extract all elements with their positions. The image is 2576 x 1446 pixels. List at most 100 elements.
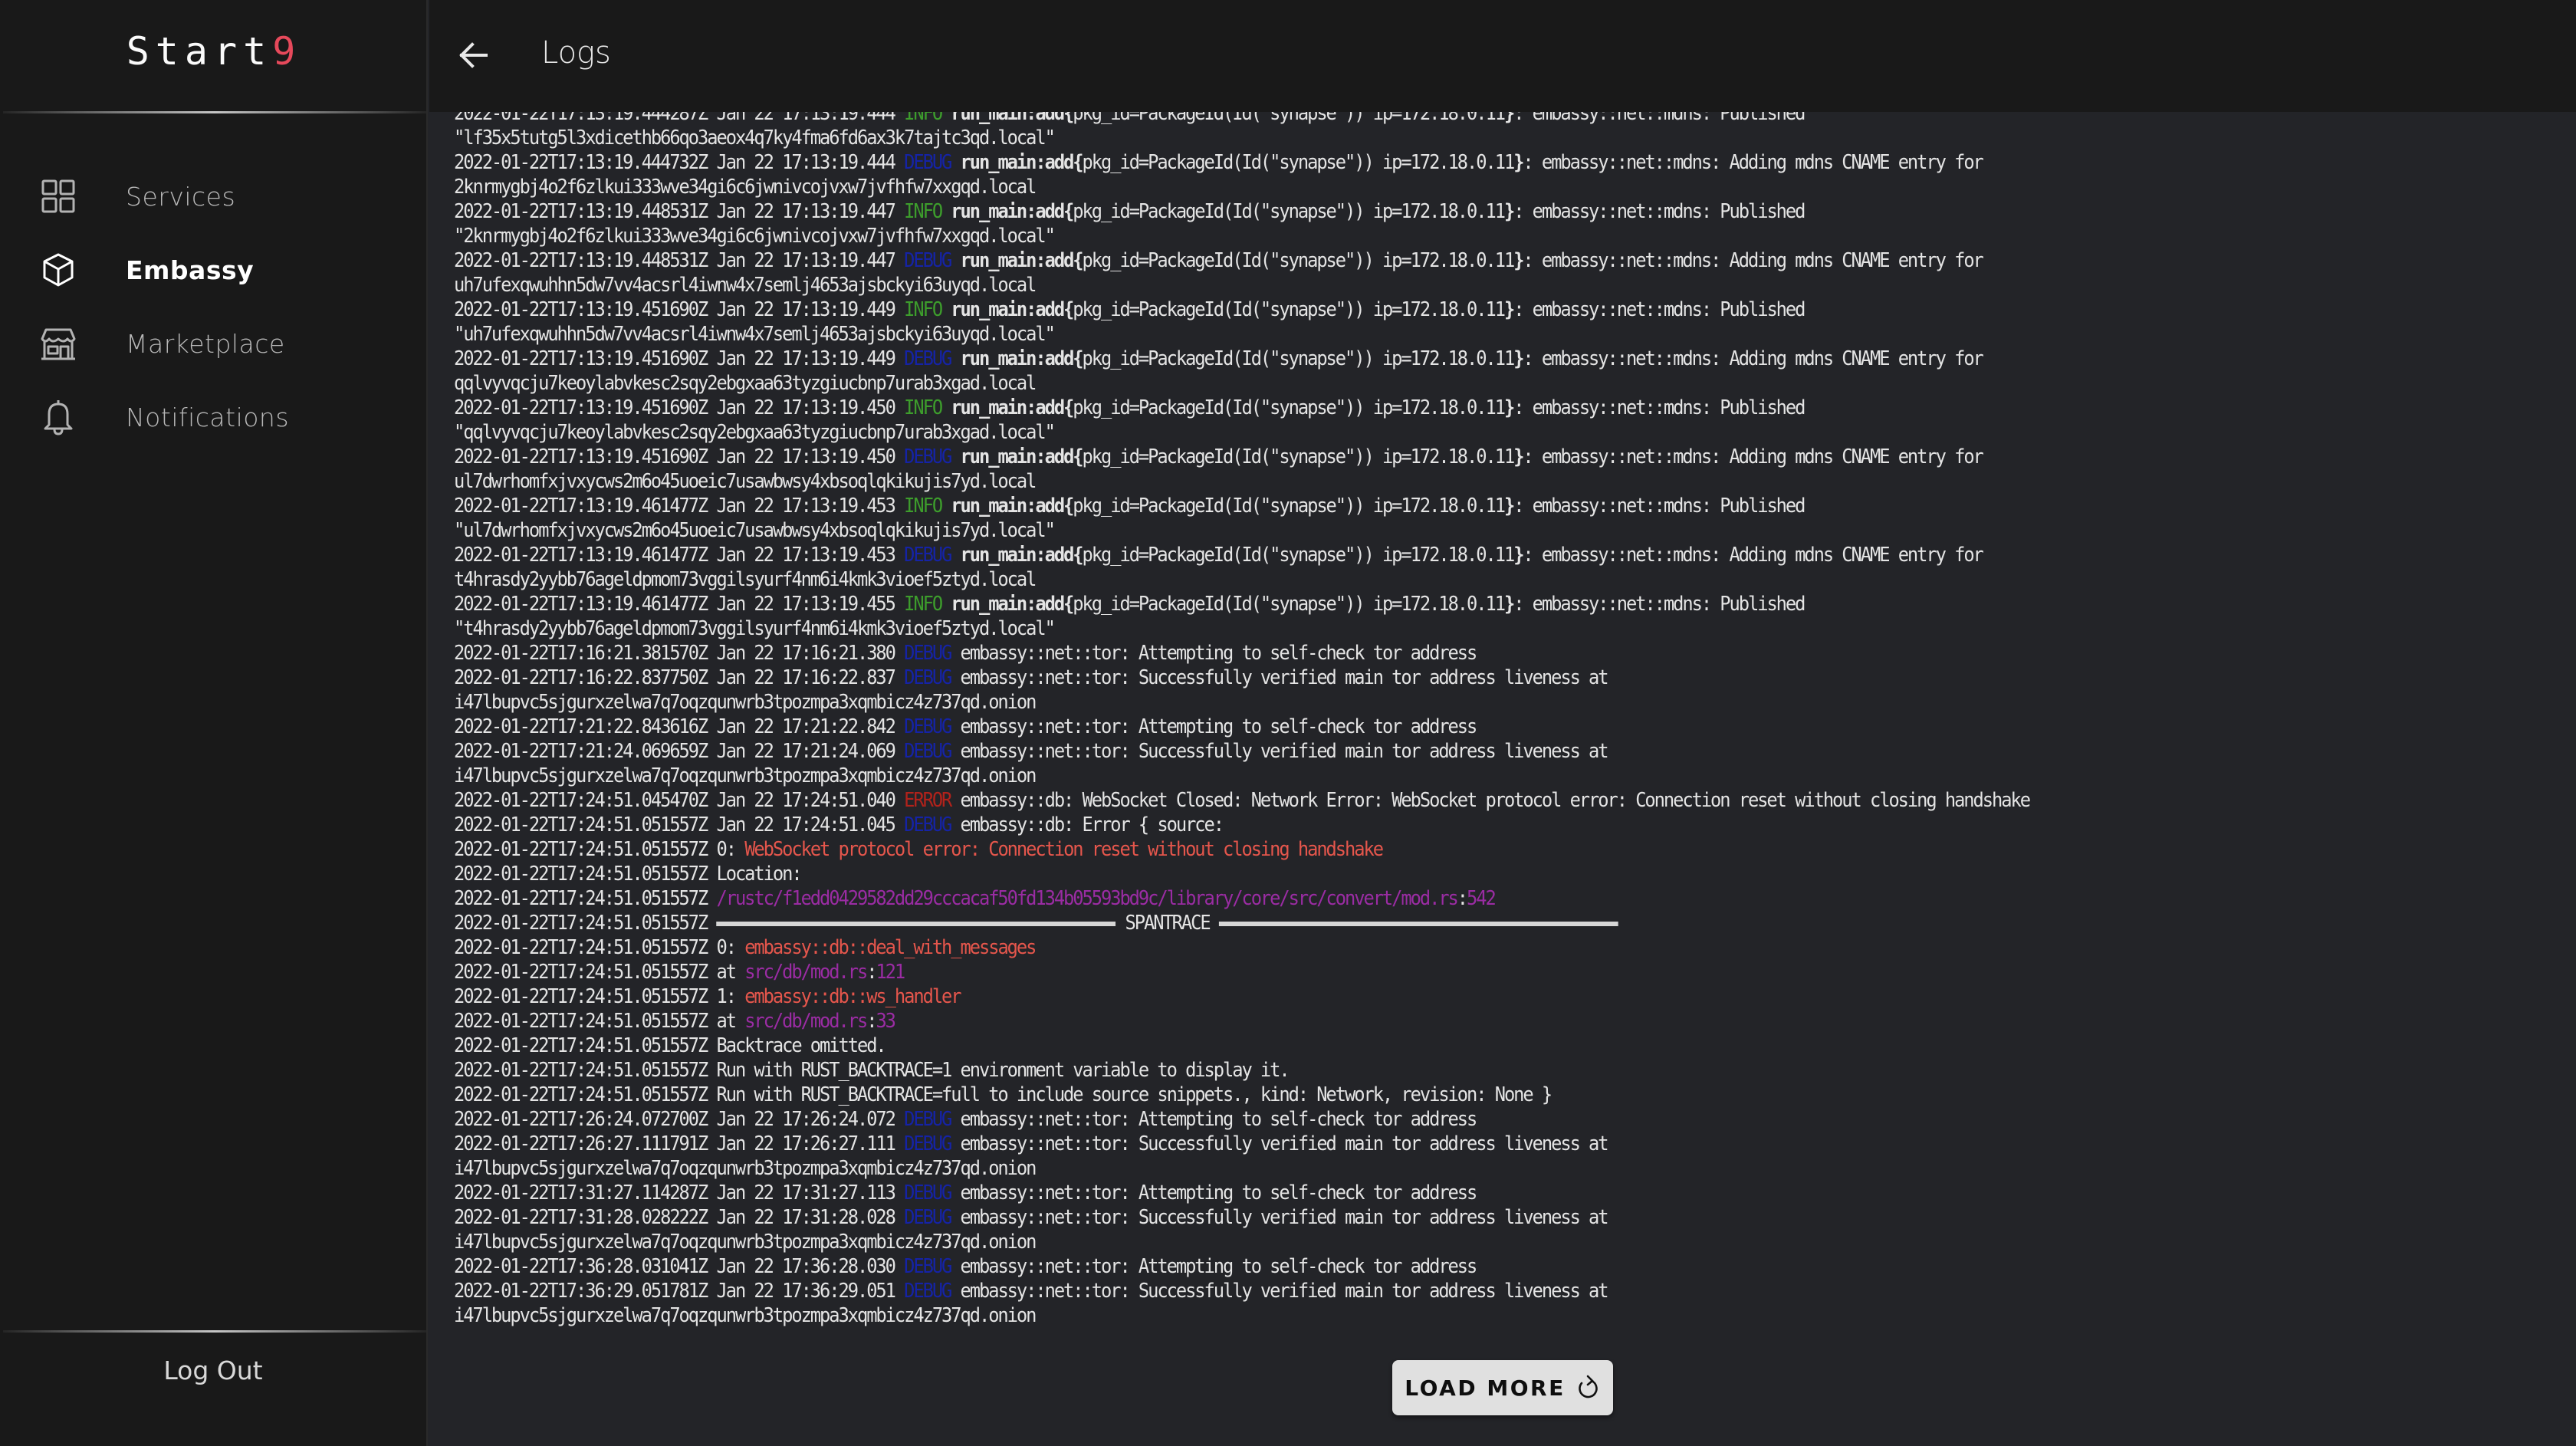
log-level: DEBUG bbox=[904, 347, 952, 370]
log-text: : embassy::net::mdns: Published bbox=[1513, 298, 1806, 321]
log-text: : embassy::net::mdns: Adding mdns CNAME … bbox=[1523, 544, 1983, 567]
log-text: 2022-01-22T17:13:19.461477Z Jan 22 17:13… bbox=[454, 495, 905, 518]
log-line: "2knrmygbj4o2f6zlkui333wve34gi6c6jwnivco… bbox=[454, 224, 2029, 248]
sidebar-item-services[interactable]: Services bbox=[0, 159, 426, 233]
log-text: t4hrasdy2yybb76ageldpmom73vggilsyurf4nm6… bbox=[454, 568, 1037, 591]
log-line: 2022-01-22T17:21:22.843616Z Jan 22 17:21… bbox=[454, 715, 2029, 739]
log-text: pkg_id=PackageId(Id("synapse")) ip=172.1… bbox=[1082, 249, 1516, 272]
log-text: run_main:add{ bbox=[951, 495, 1074, 518]
log-text: run_main:add{ bbox=[960, 347, 1084, 370]
log-text: WebSocket protocol error: Connection res… bbox=[744, 838, 1384, 861]
log-level: DEBUG bbox=[904, 151, 952, 174]
log-line: 2022-01-22T17:24:51.051557Z 0: embassy::… bbox=[454, 935, 2029, 960]
log-text: } bbox=[1513, 249, 1524, 272]
log-text: pkg_id=PackageId(Id("synapse")) ip=172.1… bbox=[1073, 495, 1506, 518]
log-line: "t4hrasdy2yybb76ageldpmom73vggilsyurf4nm… bbox=[454, 616, 2029, 641]
log-text: 33 bbox=[876, 1010, 896, 1033]
log-line: 2022-01-22T17:16:22.837750Z Jan 22 17:16… bbox=[454, 665, 2029, 690]
sidebar-item-embassy[interactable]: Embassy bbox=[0, 233, 426, 307]
log-line: 2022-01-22T17:13:19.444732Z Jan 22 17:13… bbox=[454, 150, 2029, 175]
log-level: DEBUG bbox=[904, 642, 952, 665]
log-level: DEBUG bbox=[904, 1108, 952, 1131]
log-line: 2022-01-22T17:13:19.448531Z Jan 22 17:13… bbox=[454, 248, 2029, 273]
log-line: 2022-01-22T17:13:19.461477Z Jan 22 17:13… bbox=[454, 592, 2029, 616]
log-level: INFO bbox=[904, 298, 943, 321]
arrow-left-icon[interactable] bbox=[457, 38, 491, 72]
log-text: embassy::db: WebSocket Closed: Network E… bbox=[951, 789, 2031, 812]
log-line: 2022-01-22T17:24:51.051557Z Jan 22 17:24… bbox=[454, 813, 2029, 837]
sidebar-item-notifications[interactable]: Notifications bbox=[0, 380, 426, 454]
log-text: ul7dwrhomfxjvxycws2m6o45uoeic7usawbwsy4x… bbox=[454, 470, 1037, 493]
log-text: qqlvyvqcju7keoylabvkesc2sqy2ebgxaa63tyzg… bbox=[454, 372, 1037, 395]
log-line: 2022-01-22T17:13:19.451690Z Jan 22 17:13… bbox=[454, 396, 2029, 420]
log-text: run_main:add{ bbox=[960, 445, 1084, 468]
log-line: 2022-01-22T17:36:29.051781Z Jan 22 17:36… bbox=[454, 1279, 2029, 1303]
log-text: : bbox=[866, 1010, 877, 1033]
log-text: "2knrmygbj4o2f6zlkui333wve34gi6c6jwnivco… bbox=[454, 225, 1056, 248]
log-text: 2022-01-22T17:13:19.451690Z Jan 22 17:13… bbox=[454, 298, 905, 321]
log-text: pkg_id=PackageId(Id("synapse")) ip=172.1… bbox=[1073, 200, 1506, 223]
log-level: DEBUG bbox=[904, 1280, 952, 1303]
cube-icon bbox=[43, 253, 74, 287]
log-text: embassy::net::tor: Successfully verified… bbox=[951, 740, 1609, 763]
log-text: 2022-01-22T17:13:19.448531Z Jan 22 17:13… bbox=[454, 200, 905, 223]
log-text: 2022-01-22T17:36:29.051781Z Jan 22 17:36… bbox=[454, 1280, 905, 1303]
log-text: 2022-01-22T17:24:51.051557Z bbox=[454, 887, 717, 910]
log-line: 2022-01-22T17:26:27.111791Z Jan 22 17:26… bbox=[454, 1132, 2029, 1156]
log-text: embassy::net::tor: Successfully verified… bbox=[951, 666, 1609, 689]
log-text: pkg_id=PackageId(Id("synapse")) ip=172.1… bbox=[1073, 593, 1506, 616]
log-text: embassy::net::tor: Attempting to self-ch… bbox=[951, 1181, 1478, 1204]
log-level: DEBUG bbox=[904, 1132, 952, 1155]
log-text: : embassy::net::mdns: Adding mdns CNAME … bbox=[1523, 249, 1983, 272]
logout-button[interactable]: Log Out bbox=[0, 1356, 426, 1385]
log-text: embassy::net::tor: Attempting to self-ch… bbox=[951, 1255, 1478, 1278]
log-text: pkg_id=PackageId(Id("synapse")) ip=172.1… bbox=[1082, 445, 1516, 468]
sidebar-item-label: Marketplace bbox=[126, 328, 285, 359]
log-line: 2022-01-22T17:24:51.045470Z Jan 22 17:24… bbox=[454, 788, 2031, 813]
log-text: pkg_id=PackageId(Id("synapse")) ip=172.1… bbox=[1082, 347, 1516, 370]
log-text: 2022-01-22T17:21:22.843616Z Jan 22 17:21… bbox=[454, 715, 905, 738]
sidebar-item-marketplace[interactable]: Marketplace bbox=[0, 307, 426, 380]
log-text: : embassy::net::mdns: Adding mdns CNAME … bbox=[1523, 445, 1983, 468]
log-text: 2022-01-22T17:36:28.031041Z Jan 22 17:36… bbox=[454, 1255, 905, 1278]
sidebar-divider-bottom bbox=[3, 1330, 426, 1333]
log-line: 2022-01-22T17:24:51.051557Z Run with RUS… bbox=[454, 1083, 2029, 1107]
log-text: embassy::db: Error { source: bbox=[951, 813, 1225, 836]
log-text: 2022-01-22T17:24:51.051557Z Location: bbox=[454, 863, 803, 886]
log-level: DEBUG bbox=[904, 740, 952, 763]
log-line: 2022-01-22T17:13:19.451690Z Jan 22 17:13… bbox=[454, 445, 2029, 469]
log-level: DEBUG bbox=[904, 1255, 952, 1278]
log-text: src/db/mod.rs bbox=[744, 961, 868, 984]
log-line: uh7ufexqwuhhn5dw7vv4acsrl4iwnw4x7semlj46… bbox=[454, 273, 2029, 297]
log-line: 2022-01-22T17:13:19.448531Z Jan 22 17:13… bbox=[454, 199, 2029, 224]
log-line: 2knrmygbj4o2f6zlkui333wve34gi6c6jwnivcoj… bbox=[454, 175, 2029, 199]
log-line: 2022-01-22T17:31:28.028222Z Jan 22 17:31… bbox=[454, 1205, 2029, 1230]
sidebar-item-label: Services bbox=[126, 181, 236, 212]
log-text: 2022-01-22T17:24:51.051557Z 0: bbox=[454, 936, 745, 959]
log-level: DEBUG bbox=[904, 666, 952, 689]
log-text: } bbox=[1513, 445, 1524, 468]
log-line: 2022-01-22T17:13:19.461477Z Jan 22 17:13… bbox=[454, 543, 2029, 567]
log-line: 2022-01-22T17:24:51.051557Z Location: bbox=[454, 862, 2029, 886]
log-text: : bbox=[866, 961, 877, 984]
grid-icon bbox=[41, 179, 75, 213]
log-text: 2022-01-22T17:24:51.051557Z at bbox=[454, 1010, 745, 1033]
log-line: "lf35x5tutg5l3xdicethb66qo3aeox4q7ky4fma… bbox=[454, 126, 2029, 150]
log-text: 2022-01-22T17:16:22.837750Z Jan 22 17:16… bbox=[454, 666, 905, 689]
log-text: 542 bbox=[1467, 887, 1497, 910]
log-text: pkg_id=PackageId(Id("synapse")) ip=172.1… bbox=[1073, 396, 1506, 419]
load-more-button[interactable]: LOAD MORE bbox=[1392, 1360, 1613, 1415]
log-text: : embassy::net::mdns: Adding mdns CNAME … bbox=[1523, 347, 1983, 370]
sidebar-item-label: Embassy bbox=[126, 255, 255, 285]
log-text: i47lbupvc5sjgurxzelwa7q7oqzqunwrb3tpozmp… bbox=[454, 1157, 1037, 1180]
log-text: run_main:add{ bbox=[951, 593, 1074, 616]
log-level: DEBUG bbox=[904, 1181, 952, 1204]
log-text: "uh7ufexqwuhhn5dw7vv4acsrl4iwnw4x7semlj4… bbox=[454, 323, 1056, 346]
log-level: INFO bbox=[904, 495, 943, 518]
